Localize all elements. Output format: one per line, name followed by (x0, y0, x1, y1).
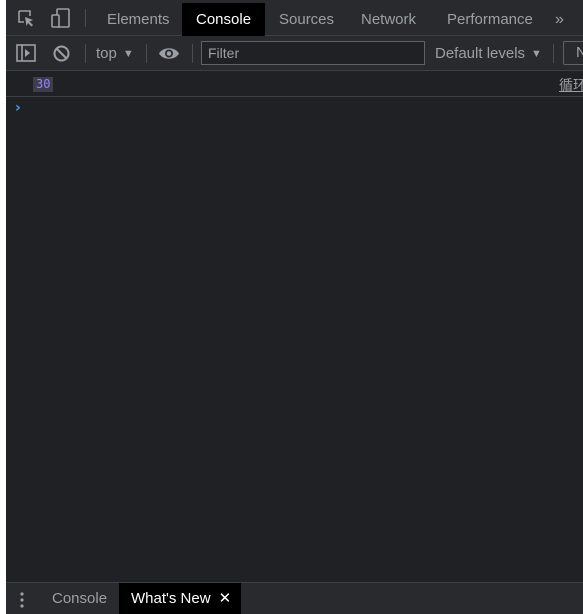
context-selector-value: top (96, 45, 117, 62)
chevron-down-icon: ▼ (122, 48, 134, 60)
toolbar-divider (553, 44, 554, 63)
log-number-value: 30 (33, 77, 54, 92)
chevron-down-icon: ▼ (531, 48, 542, 60)
close-icon[interactable]: ✕ (219, 590, 232, 607)
console-prompt-icon[interactable]: › (15, 100, 21, 116)
sidebar-toggle-icon[interactable] (15, 43, 37, 63)
device-toolbar-icon[interactable] (50, 7, 72, 29)
tab-elements[interactable]: Elements (107, 4, 170, 35)
live-expression-eye-icon[interactable] (158, 45, 180, 62)
more-tabs-icon[interactable]: » (555, 4, 564, 35)
tab-sources[interactable]: Sources (279, 4, 334, 35)
devtools-window: Elements Console Sources Network Perform… (0, 0, 583, 614)
tab-console[interactable]: Console (182, 3, 266, 36)
clear-console-icon[interactable] (52, 44, 71, 63)
drawer-tab-whats-new[interactable]: What's New ✕ (119, 583, 242, 614)
tabbar-divider (85, 9, 86, 27)
toolbar-divider (146, 44, 147, 63)
drawer-tab-console[interactable]: Console (52, 583, 107, 614)
log-levels-label: Default levels (435, 45, 526, 62)
toolbar-divider (85, 44, 86, 63)
drawer-menu-icon[interactable] (20, 591, 24, 609)
tab-performance[interactable]: Performance (447, 4, 533, 35)
inspect-element-icon[interactable] (16, 8, 36, 28)
tab-network[interactable]: Network (361, 4, 416, 35)
console-output[interactable]: 30 循环 › (6, 71, 583, 582)
drawer-tab-whats-new-label: What's New (131, 590, 211, 607)
console-message-row: 30 循环 (6, 71, 583, 97)
main-tabbar: Elements Console Sources Network Perform… (6, 0, 583, 36)
filter-input[interactable] (201, 41, 425, 65)
log-levels-dropdown[interactable]: Default levels ▼ (435, 36, 542, 71)
drawer-tabbar: Console What's New ✕ (6, 582, 583, 614)
toolbar-divider (192, 44, 193, 63)
issues-button[interactable]: No Issues (563, 41, 583, 65)
context-selector[interactable]: top ▼ (96, 36, 134, 71)
log-source-link[interactable]: 循环 (559, 75, 583, 95)
console-toolbar: top ▼ Default levels ▼ No Issues (6, 36, 583, 71)
